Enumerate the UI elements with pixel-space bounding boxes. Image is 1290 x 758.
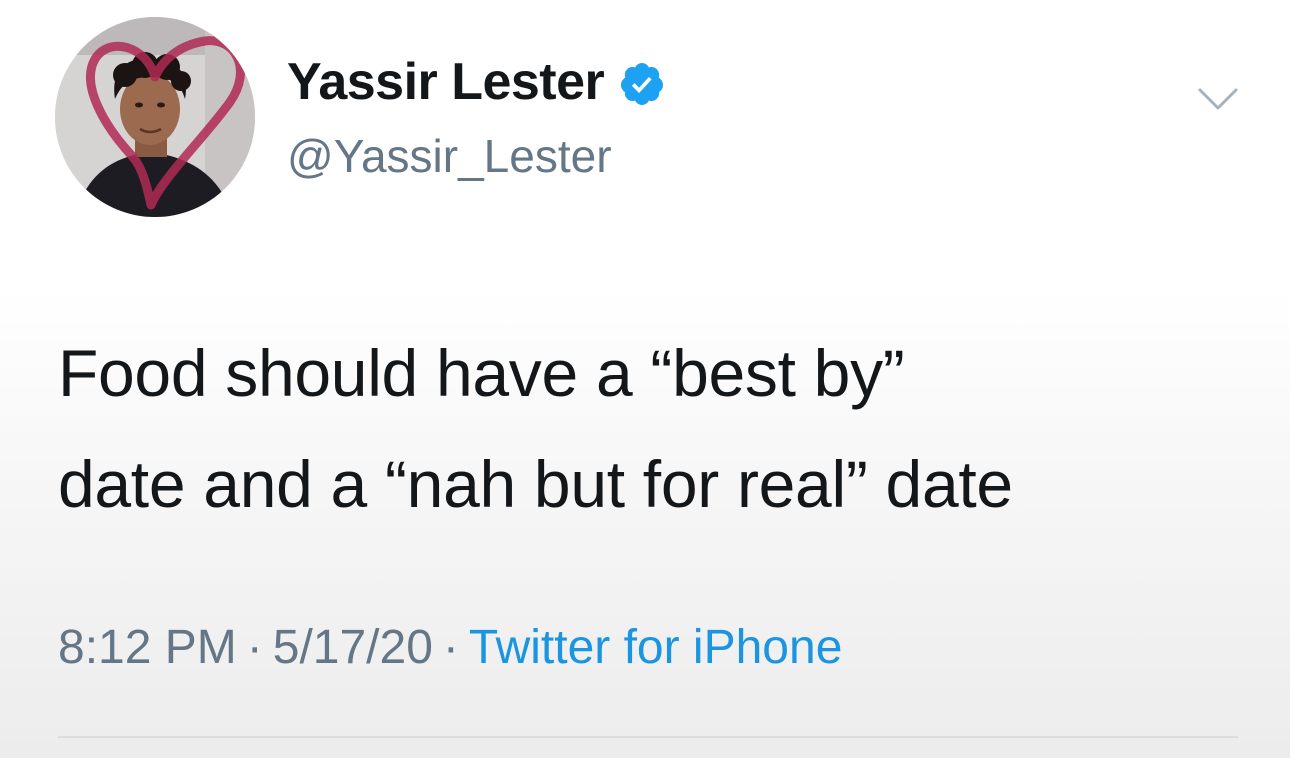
tweet-date[interactable]: 5/17/20	[273, 621, 433, 674]
author-handle[interactable]: @Yassir_Lester	[287, 129, 612, 183]
avatar-image	[55, 17, 255, 217]
author-name-label[interactable]: Yassir Lester	[287, 52, 605, 112]
tweet-meta: 8:12 PM · 5/17/20 · Twitter for iPhone	[58, 620, 842, 675]
tweet-time[interactable]: 8:12 PM	[58, 621, 237, 674]
avatar[interactable]	[55, 17, 255, 217]
tweet-text: Food should have a “best by” date and a …	[58, 318, 1248, 540]
divider	[58, 736, 1238, 738]
meta-separator: ·	[246, 621, 263, 674]
meta-separator: ·	[442, 621, 459, 674]
verified-badge-icon	[618, 60, 666, 108]
author-name[interactable]: Yassir Lester	[287, 52, 666, 112]
chevron-down-icon[interactable]	[1196, 84, 1240, 114]
tweet-text-line-1: Food should have a “best by”	[58, 336, 905, 410]
tweet-source-link[interactable]: Twitter for iPhone	[469, 621, 843, 674]
tweet-card: Yassir Lester @Yassir_Lester Food should…	[0, 0, 1290, 758]
tweet-text-line-2: date and a “nah but for real” date	[58, 447, 1013, 521]
